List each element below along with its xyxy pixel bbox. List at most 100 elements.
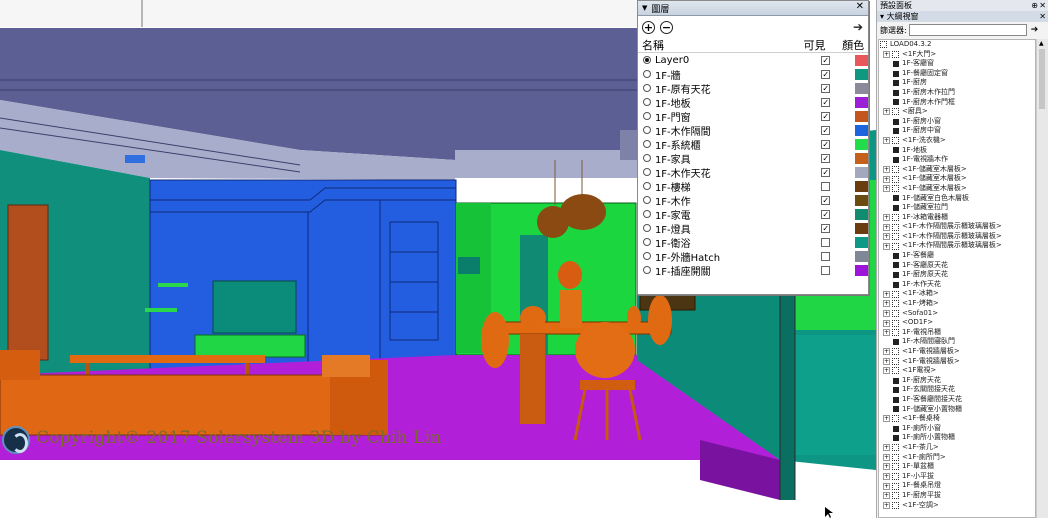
outliner-item[interactable]: 1F-儲藏室拉門: [879, 203, 1035, 213]
outliner-scrollbar[interactable]: ▲: [1036, 39, 1048, 518]
layer-name[interactable]: 1F-牆: [655, 67, 808, 82]
close-icon[interactable]: ✕: [856, 1, 864, 12]
active-layer-radio[interactable]: [643, 126, 651, 134]
layer-color-swatch[interactable]: [855, 124, 868, 136]
expand-toggle-icon[interactable]: +: [883, 50, 890, 58]
layer-row[interactable]: 1F-外牆Hatch: [638, 249, 868, 264]
outliner-item[interactable]: + <1F電視>: [879, 366, 1035, 376]
outliner-item[interactable]: + <1F-儲藏室木層板>: [879, 174, 1035, 184]
details-arrow-icon[interactable]: ➔: [853, 20, 863, 34]
visible-checkbox[interactable]: ✓: [821, 69, 831, 79]
outliner-item[interactable]: 1F-客廳窗: [879, 59, 1035, 69]
layer-name[interactable]: 1F-家電: [655, 207, 808, 222]
column-color[interactable]: 顏色: [838, 37, 868, 53]
column-visible[interactable]: 可見: [791, 37, 839, 53]
outliner-tree[interactable]: LOAD04.3.2 + <1F大門> 1F-客廳窗 1F-餐廳固定窗 1F-廚房 1F-廚…: [878, 39, 1036, 518]
layer-color-swatch[interactable]: [855, 194, 868, 206]
layer-row[interactable]: 1F-插座開關: [638, 263, 868, 278]
outliner-item[interactable]: 1F-廚房中窗: [879, 126, 1035, 136]
layer-row[interactable]: 1F-燈具 ✓: [638, 221, 868, 236]
expand-toggle-icon[interactable]: +: [883, 367, 890, 375]
filter-input[interactable]: [908, 24, 1027, 36]
expand-toggle-icon[interactable]: +: [883, 357, 890, 365]
layer-color-swatch[interactable]: [855, 264, 868, 276]
visible-checkbox[interactable]: ✓: [821, 223, 831, 233]
active-layer-radio[interactable]: [643, 224, 651, 232]
layer-color-swatch[interactable]: [855, 166, 868, 178]
expand-toggle-icon[interactable]: +: [883, 175, 890, 183]
outliner-item[interactable]: 1F-客餐廳: [879, 251, 1035, 261]
outliner-item[interactable]: + <1F-木作隔間展示櫃玻璃層板>: [879, 241, 1035, 251]
expand-toggle-icon[interactable]: +: [883, 463, 890, 471]
layer-name[interactable]: 1F-家具: [655, 151, 808, 166]
layer-row[interactable]: 1F-衛浴: [638, 235, 868, 250]
layer-name[interactable]: 1F-原有天花: [655, 81, 808, 96]
expand-toggle-icon[interactable]: +: [883, 329, 890, 337]
visible-checkbox[interactable]: ✓: [821, 153, 831, 163]
collapse-triangle-icon[interactable]: ▼: [642, 4, 647, 12]
expand-toggle-icon[interactable]: +: [883, 166, 890, 174]
active-layer-radio[interactable]: [643, 140, 651, 148]
scroll-up-icon[interactable]: ▲: [1039, 40, 1044, 47]
outliner-item[interactable]: 1F-廚房木作門框: [879, 98, 1035, 108]
outliner-item[interactable]: 1F-電視牆木作: [879, 155, 1035, 165]
active-layer-radio[interactable]: [643, 70, 651, 78]
expand-toggle-icon[interactable]: +: [883, 137, 890, 145]
layer-row[interactable]: 1F-木作 ✓: [638, 193, 868, 208]
expand-toggle-icon[interactable]: +: [883, 482, 890, 490]
visible-checkbox[interactable]: [821, 237, 831, 247]
outliner-item[interactable]: 1F-玄關間接天花: [879, 385, 1035, 395]
visible-checkbox[interactable]: [821, 251, 831, 261]
expand-toggle-icon[interactable]: +: [883, 348, 890, 356]
active-layer-radio[interactable]: [643, 84, 651, 92]
remove-layer-icon[interactable]: −: [660, 20, 673, 34]
outliner-item[interactable]: + <1F-廁所門>: [879, 453, 1035, 463]
expand-toggle-icon[interactable]: +: [883, 501, 890, 509]
layer-row[interactable]: 1F-家電 ✓: [638, 207, 868, 222]
layer-color-swatch[interactable]: [855, 110, 868, 122]
visible-checkbox[interactable]: [821, 181, 831, 191]
layer-row[interactable]: 1F-原有天花 ✓: [638, 81, 868, 96]
outliner-item[interactable]: 1F-木隔間寢臥門: [879, 337, 1035, 347]
outliner-item[interactable]: + <1F-儲藏室木層板>: [879, 184, 1035, 194]
pin-icon[interactable]: ⊕: [1031, 0, 1038, 11]
outliner-item[interactable]: + <OD1F>: [879, 318, 1035, 328]
layer-name[interactable]: 1F-地板: [655, 95, 808, 110]
expand-toggle-icon[interactable]: +: [883, 473, 890, 481]
outliner-item[interactable]: +1F-冰箱電器櫃: [879, 213, 1035, 223]
layer-name[interactable]: 1F-燈具: [655, 221, 808, 236]
outliner-item[interactable]: 1F-廚房: [879, 78, 1035, 88]
outliner-item[interactable]: 1F-客餐廳間接天花: [879, 395, 1035, 405]
active-layer-radio[interactable]: [643, 168, 651, 176]
layer-name[interactable]: 1F-插座開關: [655, 263, 808, 278]
layer-row[interactable]: 1F-門窗 ✓: [638, 109, 868, 124]
outliner-item[interactable]: + <1F-木作隔間展示櫃玻璃層板>: [879, 222, 1035, 232]
outliner-item[interactable]: + <1F-烤箱>: [879, 299, 1035, 309]
layer-color-swatch[interactable]: [855, 180, 868, 192]
expand-toggle-icon[interactable]: +: [883, 453, 890, 461]
outliner-item[interactable]: + <1F大門>: [879, 50, 1035, 60]
layer-color-swatch[interactable]: [855, 208, 868, 220]
layer-color-swatch[interactable]: [855, 82, 868, 94]
active-layer-radio[interactable]: [643, 154, 651, 162]
layer-row[interactable]: 1F-系統櫃 ✓: [638, 137, 868, 152]
outliner-item[interactable]: +1F-餐桌吊燈: [879, 481, 1035, 491]
layers-panel-titlebar[interactable]: ▼ 圖層 ✕: [638, 1, 868, 16]
visible-checkbox[interactable]: [821, 265, 831, 275]
close-icon[interactable]: ✕: [1039, 11, 1046, 22]
outliner-item[interactable]: + <1F-空調>: [879, 501, 1035, 511]
layer-name[interactable]: 1F-木作隔間: [655, 123, 808, 138]
visible-checkbox[interactable]: ✓: [821, 139, 831, 149]
layer-name[interactable]: 1F-木作天花: [655, 165, 808, 180]
expand-toggle-icon[interactable]: +: [883, 185, 890, 193]
outliner-item[interactable]: +1F-電視吊櫃: [879, 328, 1035, 338]
outliner-item[interactable]: 1F-廚房天花: [879, 376, 1035, 386]
expand-toggle-icon[interactable]: +: [883, 108, 890, 116]
outliner-item[interactable]: + <1F-電視牆層板>: [879, 347, 1035, 357]
layer-color-swatch[interactable]: [855, 152, 868, 164]
layer-color-swatch[interactable]: [855, 236, 868, 248]
layer-color-swatch[interactable]: [855, 96, 868, 108]
outliner-item[interactable]: +1F-單盆櫃: [879, 462, 1035, 472]
active-layer-radio[interactable]: [643, 266, 651, 274]
expand-toggle-icon[interactable]: +: [883, 319, 890, 327]
